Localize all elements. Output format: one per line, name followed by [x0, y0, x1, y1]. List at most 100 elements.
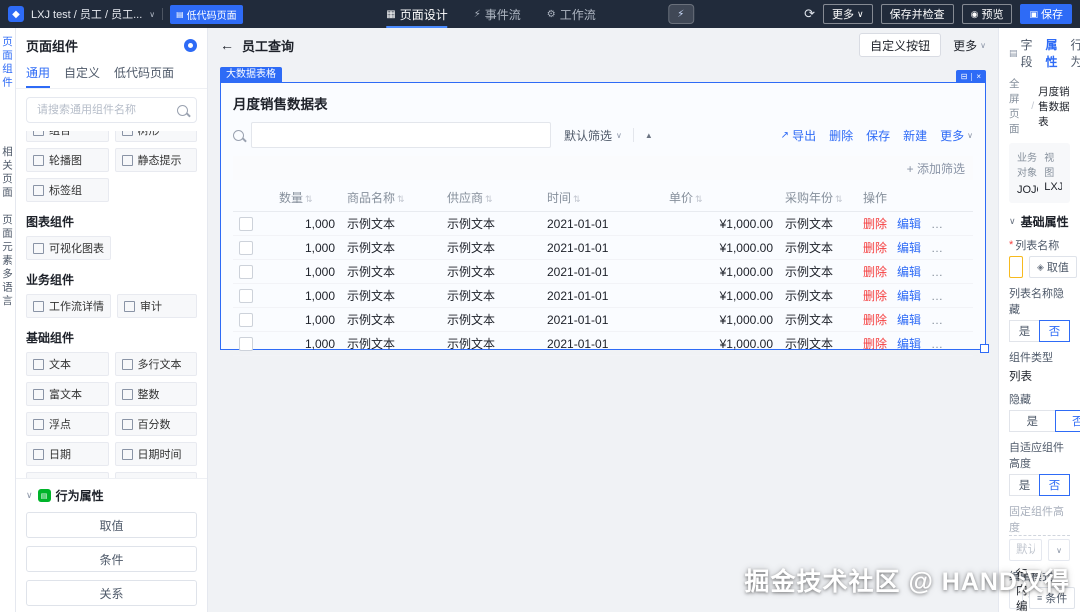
behavior-section-header[interactable]: ∨ ▤ 行为属性	[26, 487, 197, 504]
component-item[interactable]: 富文本	[26, 382, 109, 406]
rail-item-page-components[interactable]: 页面组件	[0, 36, 15, 90]
column-header[interactable]: 时间 ⇅	[541, 184, 663, 212]
column-header[interactable]: 商品名称 ⇅	[341, 184, 441, 212]
row-edit-button[interactable]: 编辑	[897, 265, 921, 279]
tab-behavior[interactable]: 行为	[1071, 36, 1080, 70]
select-all-cell[interactable]	[233, 184, 273, 212]
row-checkbox[interactable]	[239, 264, 253, 279]
row-delete-button[interactable]: 删除	[863, 337, 887, 351]
row-more-icon[interactable]: …	[931, 337, 943, 351]
row-delete-button[interactable]: 删除	[863, 241, 887, 255]
behavior-relation-button[interactable]: 关系	[26, 580, 197, 606]
behavior-value-button[interactable]: 取值	[26, 512, 197, 538]
component-item[interactable]: 浮点	[26, 412, 109, 436]
row-more-icon[interactable]: …	[931, 313, 943, 327]
component-item[interactable]: 组合	[26, 131, 109, 142]
toggle-yes[interactable]: 是	[1009, 474, 1040, 496]
basic-properties-header[interactable]: ∨ 基础属性	[999, 203, 1080, 237]
row-edit-button[interactable]: 编辑	[897, 337, 921, 351]
tab-lowcode-page[interactable]: 低代码页面	[114, 59, 174, 88]
condition-button[interactable]: ≡ 条件	[1029, 587, 1076, 609]
column-header[interactable]: 数量 ⇅	[273, 184, 341, 212]
grid-search-input[interactable]	[251, 122, 551, 148]
component-item[interactable]: 可视化图表	[26, 236, 111, 260]
tab-workflow[interactable]: ⚙ 工作流	[547, 0, 596, 28]
row-checkbox[interactable]	[239, 312, 253, 327]
toggle-no[interactable]: 否	[1039, 320, 1070, 342]
collapse-filter-icon[interactable]: ▲	[645, 131, 653, 140]
row-more-icon[interactable]: …	[931, 217, 943, 231]
big-data-grid-component[interactable]: 大数据表格 ⊟ × 月度销售数据表 默认筛选 ∨ ▲ ↗ 导出 删除 保存 新建…	[220, 67, 989, 356]
component-item[interactable]: 树形	[114, 131, 197, 142]
component-item[interactable]: 日期	[26, 442, 109, 466]
panel-pin-icon[interactable]	[184, 39, 197, 52]
row-checkbox[interactable]	[239, 216, 253, 231]
tab-properties[interactable]: 属性	[1046, 36, 1058, 70]
breadcrumb[interactable]: LXJ test / 员工 / 员工...	[31, 6, 142, 22]
behavior-condition-button[interactable]: 条件	[26, 546, 197, 572]
toggle-no[interactable]: 否	[1039, 474, 1070, 496]
tab-custom[interactable]: 自定义	[64, 59, 100, 88]
delete-component-icon[interactable]: ×	[976, 72, 981, 81]
tab-general[interactable]: 通用	[26, 59, 51, 88]
row-delete-button[interactable]: 删除	[863, 217, 887, 231]
tab-fields[interactable]: ▤ 字段	[1009, 36, 1033, 70]
add-filter-button[interactable]: + 添加筛选	[907, 160, 965, 177]
preview-button[interactable]: ◉ 预览	[961, 4, 1013, 24]
row-checkbox[interactable]	[239, 288, 253, 303]
grid-create-button[interactable]: 新建	[903, 127, 927, 144]
canvas-more-dropdown[interactable]: 更多 ∨	[953, 37, 986, 54]
component-item[interactable]: 日期时间	[114, 442, 197, 466]
row-checkbox[interactable]	[239, 336, 253, 351]
row-edit-button[interactable]: 编辑	[897, 241, 921, 255]
toggle-yes[interactable]: 是	[1009, 320, 1040, 342]
component-item[interactable]: 多行文本	[114, 352, 197, 376]
more-dropdown-button[interactable]: 更多 ∨	[823, 4, 873, 24]
tab-page-design[interactable]: ▦ 页面设计	[386, 0, 448, 28]
row-checkbox[interactable]	[239, 240, 253, 255]
custom-button[interactable]: 自定义按钮	[859, 33, 942, 57]
refresh-icon[interactable]: ⟳	[804, 6, 815, 22]
tab-event-flow[interactable]: ⚡ 事件流	[474, 0, 521, 28]
row-edit-button[interactable]: 编辑	[897, 289, 921, 303]
row-more-icon[interactable]: …	[931, 265, 943, 279]
component-item[interactable]: 整数	[114, 382, 197, 406]
column-header[interactable]: 供应商 ⇅	[441, 184, 541, 212]
row-delete-button[interactable]: 删除	[863, 265, 887, 279]
save-button[interactable]: ▣ 保存	[1020, 4, 1072, 24]
edit-mode-select[interactable]: 行内编辑 ∨	[1009, 569, 1033, 612]
row-delete-button[interactable]: 删除	[863, 313, 887, 327]
resize-handle[interactable]	[980, 344, 989, 353]
default-filter-dropdown[interactable]: 默认筛选 ∨	[564, 127, 622, 144]
component-item[interactable]: 文本	[26, 352, 109, 376]
row-edit-button[interactable]: 编辑	[897, 313, 921, 327]
component-item[interactable]: 百分数	[114, 412, 197, 436]
grid-more-dropdown[interactable]: 更多 ∨	[940, 127, 973, 144]
breadcrumb-parent[interactable]: 全屏页面	[1009, 76, 1027, 136]
back-arrow-icon[interactable]: ←	[220, 37, 234, 53]
column-header[interactable]: 单价 ⇅	[663, 184, 779, 212]
grid-delete-button[interactable]: 删除	[829, 127, 853, 144]
column-header[interactable]: 采购年份 ⇅	[779, 184, 857, 212]
component-item[interactable]: 静态提示	[114, 148, 197, 172]
breadcrumb-caret-icon[interactable]: ∨	[149, 10, 155, 19]
minimize-icon[interactable]: ⊟	[961, 72, 968, 81]
row-more-icon[interactable]: …	[931, 241, 943, 255]
grid-save-button[interactable]: 保存	[866, 127, 890, 144]
save-and-check-button[interactable]: 保存并检查	[880, 4, 954, 24]
component-item[interactable]: 轮播图	[26, 148, 109, 172]
dropdown-chevron-icon[interactable]: ∨	[1048, 539, 1070, 561]
component-item[interactable]: 标签组	[26, 178, 109, 202]
row-edit-button[interactable]: 编辑	[897, 217, 921, 231]
value-binding-button[interactable]: ◈ 取值	[1029, 256, 1077, 278]
row-delete-button[interactable]: 删除	[863, 289, 887, 303]
fixed-height-input[interactable]	[1009, 539, 1042, 561]
rail-item-related-pages[interactable]: 相关页面	[0, 146, 15, 200]
row-more-icon[interactable]: …	[931, 289, 943, 303]
component-search-input[interactable]	[35, 103, 171, 117]
ai-assistant-button[interactable]: ⚡	[667, 4, 694, 24]
component-item[interactable]: 审计	[117, 294, 197, 318]
toggle-yes[interactable]: 是	[1009, 410, 1056, 432]
list-name-input[interactable]	[1009, 256, 1023, 278]
toggle-no[interactable]: 否	[1054, 410, 1080, 432]
